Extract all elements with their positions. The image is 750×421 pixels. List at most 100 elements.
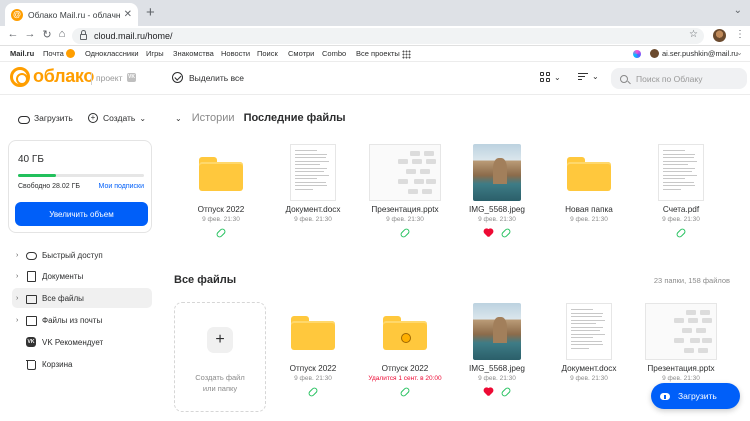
apps-grid-icon[interactable] [402, 50, 411, 59]
file-tile[interactable]: Документ.docx 9 фев. 21:30 [543, 303, 635, 397]
file-tile[interactable]: IMG_5568.jpeg 9 фев. 21:30 [451, 303, 543, 398]
folder-thumbnail [175, 144, 267, 201]
file-name: Отпуск 2022 [197, 205, 245, 214]
file-badges [451, 227, 543, 239]
create-file-tile[interactable]: + Создать файл или папку [174, 302, 266, 412]
heart-icon[interactable] [483, 229, 493, 238]
create-button[interactable]: + Создать ⌄ [88, 113, 146, 123]
tab-recent-files[interactable]: Последние файлы [244, 112, 346, 124]
link-icon[interactable] [500, 386, 512, 398]
chevron-down-icon[interactable]: ⌄ [175, 114, 182, 123]
cloud-logo-text[interactable]: облако [33, 66, 94, 87]
increase-storage-button[interactable]: Увеличить объем [15, 202, 148, 226]
sidebar-item-label: Корзина [42, 359, 73, 369]
plus-icon: + [207, 327, 233, 353]
browser-menu-icon[interactable]: ⋮ [735, 29, 745, 40]
chevron-right-icon[interactable]: › [16, 295, 26, 302]
cloud-logo-icon[interactable] [10, 67, 30, 87]
chevron-right-icon[interactable]: › [16, 252, 26, 259]
url-field[interactable]: cloud.mail.ru/home/ ☆ [72, 28, 704, 44]
file-name: Счета.pdf [662, 205, 700, 214]
link-icon[interactable] [215, 227, 227, 239]
folder-thumbnail [543, 144, 635, 201]
chevron-down-icon: ⌄ [139, 113, 147, 123]
chevron-right-icon[interactable]: › [16, 273, 26, 280]
logo-divider [91, 73, 92, 85]
browser-tab[interactable]: @ Облако Mail.ru - облачное хр ✕ [5, 3, 138, 26]
sidebar-item-all-files[interactable]: › Все файлы [12, 288, 152, 308]
file-tile[interactable]: Отпуск 2022 9 фев. 21:30 [267, 303, 359, 398]
portal-link-all-projects[interactable]: Все проекты [356, 49, 400, 58]
floating-upload-button[interactable]: Загрузить [651, 383, 740, 409]
link-icon[interactable] [399, 227, 411, 239]
portal-link-combo[interactable]: Combo [322, 49, 346, 58]
sort-button[interactable]: ⌄ [578, 72, 599, 81]
upload-button[interactable]: Загрузить [18, 113, 73, 124]
portal-link-news[interactable]: Новости [221, 49, 250, 58]
bookmark-star-icon[interactable]: ☆ [689, 29, 698, 40]
file-tile[interactable]: Новая папка 9 фев. 21:30 [543, 144, 635, 238]
link-icon[interactable] [675, 227, 687, 239]
portal-link-mail[interactable]: Почта [43, 49, 75, 58]
portal-link-label: Почта [43, 49, 64, 58]
browser-profile-avatar[interactable] [713, 29, 726, 42]
photo-thumbnail [473, 144, 521, 201]
portal-link-search[interactable]: Поиск [257, 49, 278, 58]
select-all-button[interactable]: Выделить все [172, 72, 244, 83]
file-tile[interactable]: Отпуск 2022 Удалится 1 сент. в 20:00 [359, 303, 451, 398]
sidebar-item-mail-files[interactable]: › Файлы из почты [12, 310, 152, 330]
chevron-down-icon[interactable]: ⌄ [736, 48, 743, 57]
file-tile[interactable]: Отпуск 2022 9 фев. 21:30 [175, 144, 267, 239]
user-email[interactable]: ai.ser.pushkin@mail.ru [662, 49, 738, 58]
tab-stories[interactable]: Истории [192, 112, 235, 124]
mail-favicon-icon: @ [11, 8, 23, 21]
tab-search-chevron-icon[interactable]: ⌄ [734, 5, 742, 16]
my-subscriptions-link[interactable]: Мои подписки [99, 183, 144, 190]
file-tile[interactable]: Презентация.pptx 9 фев. 21:30 [359, 144, 451, 239]
all-files-title: Все файлы [174, 274, 237, 286]
storage-total: 40 ГБ [18, 154, 44, 165]
portal-link-watch[interactable]: Смотри [288, 49, 314, 58]
forward-arrow-icon[interactable]: → [22, 28, 38, 40]
file-name: Документ.docx [285, 205, 341, 214]
user-avatar[interactable] [650, 49, 659, 58]
search-placeholder: Поиск по Облаку [636, 73, 703, 84]
folder-thumbnail [359, 303, 451, 360]
new-tab-plus-icon[interactable]: + [146, 4, 155, 21]
file-name: IMG_5568.jpeg [469, 364, 525, 373]
file-tile[interactable]: Счета.pdf 9 фев. 21:30 [635, 144, 727, 239]
sidebar-item-documents[interactable]: › Документы [12, 266, 152, 286]
portal-link-games[interactable]: Игры [146, 49, 164, 58]
link-icon[interactable] [307, 386, 319, 398]
portal-link-ok[interactable]: Одноклассники [85, 49, 139, 58]
chevron-down-icon: ⌄ [592, 72, 599, 81]
file-name: Презентация.pptx [647, 364, 715, 373]
back-arrow-icon[interactable]: ← [5, 28, 21, 40]
link-icon[interactable] [500, 227, 512, 239]
folder-icon [383, 316, 427, 350]
home-icon[interactable]: ⌂ [54, 28, 70, 40]
assistant-orb-icon[interactable] [633, 50, 641, 58]
photo-thumbnail [473, 303, 521, 360]
file-date: 9 фев. 21:30 [662, 375, 700, 382]
heart-icon[interactable] [483, 388, 493, 397]
shared-folder-badge-icon [401, 333, 411, 343]
mail-badge-icon [65, 49, 75, 58]
portal-logo[interactable]: Mail.ru [10, 49, 34, 58]
chevron-right-icon[interactable]: › [16, 317, 26, 324]
file-tile[interactable]: IMG_5568.jpeg 9 фев. 21:30 [451, 144, 543, 239]
search-input[interactable]: Поиск по Облаку [611, 68, 747, 89]
main-content: ⌄ Истории Последние файлы Отпуск 2022 9 ф… [160, 95, 750, 421]
sidebar-item-vk-recommends[interactable]: VK VK Рекомендует [12, 332, 152, 352]
file-tile[interactable]: Документ.docx 9 фев. 21:30 [267, 144, 359, 238]
sidebar-item-trash[interactable]: Корзина [12, 354, 152, 374]
portal-link-dating[interactable]: Знакомства [173, 49, 214, 58]
close-icon[interactable]: ✕ [124, 9, 132, 20]
lock-icon [80, 30, 87, 40]
view-mode-button[interactable]: ⌄ [540, 72, 561, 82]
url-text: cloud.mail.ru/home/ [94, 31, 173, 41]
file-badges [543, 228, 635, 238]
sidebar-item-quick-access[interactable]: › Быстрый доступ [12, 245, 152, 265]
link-icon[interactable] [399, 386, 411, 398]
reload-icon[interactable]: ↻ [39, 28, 55, 41]
